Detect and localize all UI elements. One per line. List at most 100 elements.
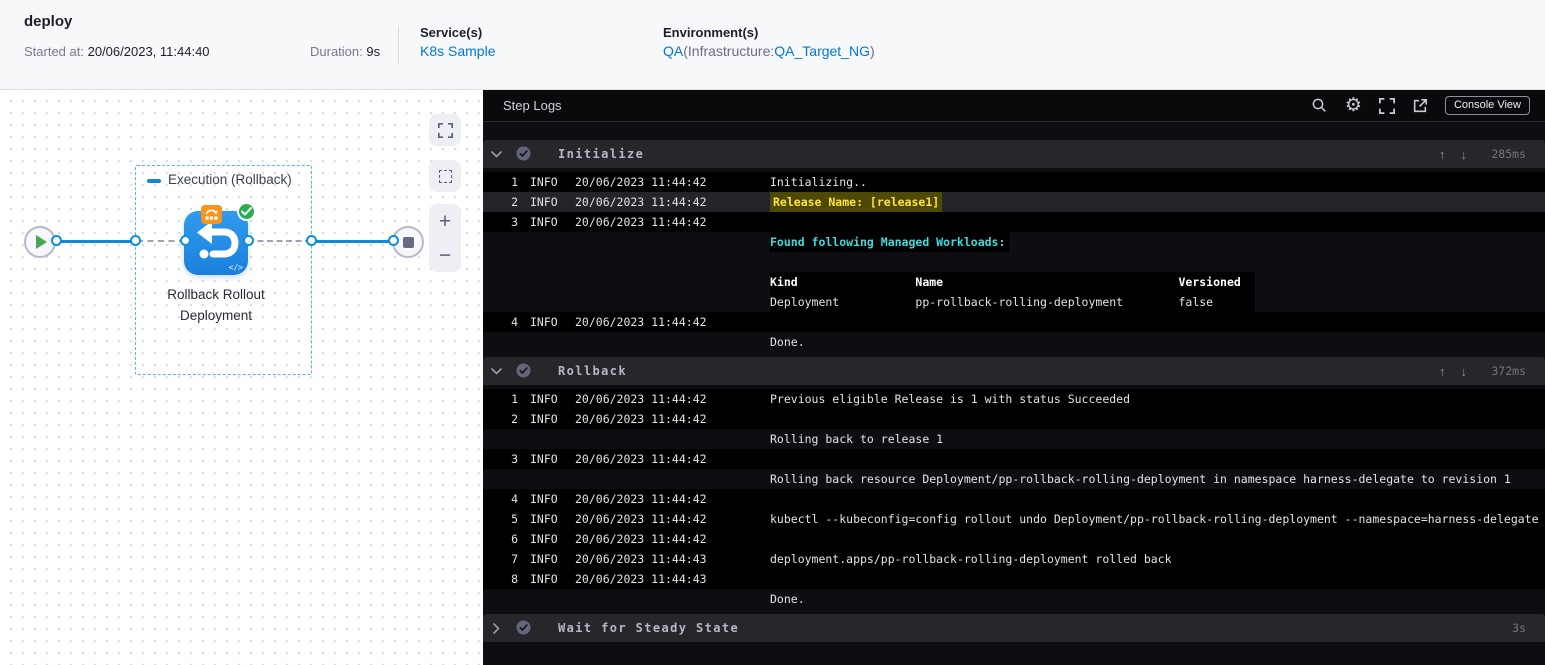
environment-link[interactable]: QA xyxy=(663,43,683,59)
log-timestamp: 20/06/2023 11:44:42 xyxy=(575,512,707,526)
search-icon[interactable] xyxy=(1311,97,1328,114)
log-row: 2 INFO 20/06/2023 11:44:42 xyxy=(483,409,1545,429)
log-timestamp: 20/06/2023 11:44:42 xyxy=(575,315,707,329)
log-row xyxy=(483,252,1545,272)
environments-label: Environment(s) xyxy=(663,25,759,40)
log-timestamp: 20/06/2023 11:44:43 xyxy=(575,552,707,566)
log-timestamp: 20/06/2023 11:44:42 xyxy=(575,532,707,546)
log-line-number: 7 xyxy=(511,552,518,566)
step-label-line1: Rollback Rollout xyxy=(167,287,265,302)
log-level: INFO xyxy=(530,532,558,546)
scroll-to-bottom-icon[interactable]: ↓ xyxy=(1461,147,1468,162)
log-timestamp: 20/06/2023 11:44:42 xyxy=(575,175,707,189)
log-line-number: 6 xyxy=(511,532,518,546)
scroll-to-top-icon[interactable]: ↑ xyxy=(1439,147,1446,162)
section-success-icon xyxy=(516,146,531,161)
log-row: Done. xyxy=(483,589,1545,609)
section-duration: 3s xyxy=(1512,621,1526,635)
open-in-new-icon[interactable] xyxy=(1412,98,1428,114)
log-panel-title: Step Logs xyxy=(503,98,562,113)
environment-value: QA(Infrastructure:QA_Target_NG) xyxy=(663,43,875,59)
log-row: 3 INFO 20/06/2023 11:44:42 xyxy=(483,212,1545,232)
log-timestamp: 20/06/2023 11:44:42 xyxy=(575,195,707,209)
infrastructure-suffix: ) xyxy=(869,43,875,59)
log-timestamp: 20/06/2023 11:44:42 xyxy=(575,412,707,426)
port xyxy=(306,235,317,246)
scroll-to-top-icon[interactable]: ↑ xyxy=(1439,364,1446,379)
log-line-number: 2 xyxy=(511,412,518,426)
log-row: 7 INFO 20/06/2023 11:44:43 deployment.apps/… xyxy=(483,549,1545,569)
step-logs-panel: Step Logs ⚙ Console View Initialize ↑ ↓ 285… xyxy=(483,90,1545,665)
log-message: deployment.apps/pp-rollback-rolling-depl… xyxy=(770,552,1172,566)
log-row: Kind Name Versioned xyxy=(483,272,1545,292)
log-level: INFO xyxy=(530,195,558,209)
group-collapse-dash-icon[interactable] xyxy=(147,179,161,183)
connector-group-to-end xyxy=(311,240,393,243)
section-success-icon xyxy=(516,363,531,378)
duration: Duration: 9s xyxy=(310,44,380,59)
log-row: Done. xyxy=(483,332,1545,352)
log-level: INFO xyxy=(530,412,558,426)
started-at: Started at: 20/06/2023, 11:44:40 xyxy=(24,44,210,59)
chevron-down-icon[interactable] xyxy=(491,151,502,158)
log-row: Found following Managed Workloads: xyxy=(483,232,1545,252)
console-view-button[interactable]: Console View xyxy=(1444,96,1530,115)
log-message: Kind Name Versioned xyxy=(770,272,1255,292)
log-timestamp: 20/06/2023 11:44:42 xyxy=(575,215,707,229)
group-label: Execution (Rollback) xyxy=(168,172,292,187)
chevron-right-icon[interactable] xyxy=(493,623,500,634)
duration-label: Duration: xyxy=(310,44,363,59)
pipeline-canvas[interactable]: Execution (Rollback) </> Rollback Rollou… xyxy=(0,90,483,665)
log-line-number: 5 xyxy=(511,512,518,526)
log-message: Release Name: [release1] xyxy=(770,192,943,212)
log-message: Deployment pp-rollback-rolling-deploymen… xyxy=(770,292,1255,312)
log-row: 8 INFO 20/06/2023 11:44:43 xyxy=(483,569,1545,589)
log-sections: Initialize ↑ ↓ 285ms 1 INFO 20/06/2023 11:44:4… xyxy=(483,140,1545,642)
fullscreen-icon[interactable] xyxy=(1378,97,1395,114)
log-level: INFO xyxy=(530,552,558,566)
log-line-number: 4 xyxy=(511,492,518,506)
log-line-number: 8 xyxy=(511,572,518,586)
log-line-number: 1 xyxy=(511,392,518,406)
settings-gear-icon[interactable]: ⚙ xyxy=(1345,96,1362,115)
services-label: Service(s) xyxy=(420,25,483,40)
zoom-out-button[interactable]: − xyxy=(439,245,451,266)
log-section-header[interactable]: Rollback ↑ ↓ 372ms xyxy=(483,357,1545,385)
marquee-icon xyxy=(438,169,452,183)
service-link[interactable]: K8s Sample xyxy=(420,43,495,59)
port xyxy=(51,235,62,246)
chevron-down-icon[interactable] xyxy=(491,368,502,375)
zoom-control: + − xyxy=(429,204,461,272)
log-timestamp: 20/06/2023 11:44:42 xyxy=(575,452,707,466)
port xyxy=(243,235,254,246)
zoom-to-fit-button[interactable] xyxy=(429,114,461,146)
infrastructure-link[interactable]: QA_Target_NG xyxy=(774,43,870,59)
log-line-number: 2 xyxy=(511,195,518,209)
log-message: kubectl --kubeconfig=config rollout undo… xyxy=(770,512,1539,526)
log-message: Rolling back to release 1 xyxy=(770,432,944,446)
zoom-in-button[interactable]: + xyxy=(439,211,451,232)
log-row: 1 INFO 20/06/2023 11:44:42 Previous eligibl… xyxy=(483,389,1545,409)
log-row: 5 INFO 20/06/2023 11:44:42 kubectl --kubeco… xyxy=(483,509,1545,529)
status-success-icon xyxy=(237,202,256,221)
log-row: Rolling back to release 1 xyxy=(483,429,1545,449)
scroll-to-bottom-icon[interactable]: ↓ xyxy=(1461,364,1468,379)
log-section-header[interactable]: Initialize ↑ ↓ 285ms xyxy=(483,140,1545,168)
marquee-select-button[interactable] xyxy=(429,160,461,192)
play-icon xyxy=(36,235,47,249)
log-level: INFO xyxy=(530,492,558,506)
section-duration: 285ms xyxy=(1491,147,1526,161)
log-message: Initializing.. xyxy=(770,175,867,189)
log-row: 2 INFO 20/06/2023 11:44:42 Release Name: [r… xyxy=(483,192,1545,212)
expand-icon xyxy=(437,122,453,138)
code-icon: </> xyxy=(228,263,243,272)
duration-value: 9s xyxy=(366,44,381,59)
log-row: 4 INFO 20/06/2023 11:44:42 xyxy=(483,312,1545,332)
header-divider xyxy=(398,26,399,64)
log-section-header[interactable]: Wait for Steady State 3s xyxy=(483,614,1545,642)
port xyxy=(180,235,191,246)
section-header-right: ↑ ↓ 372ms xyxy=(1439,357,1526,385)
log-row: Rolling back resource Deployment/pp-roll… xyxy=(483,469,1545,489)
log-rows: 1 INFO 20/06/2023 11:44:42 Previous eligibl… xyxy=(483,389,1545,609)
started-at-value: 20/06/2023, 11:44:40 xyxy=(87,44,210,59)
